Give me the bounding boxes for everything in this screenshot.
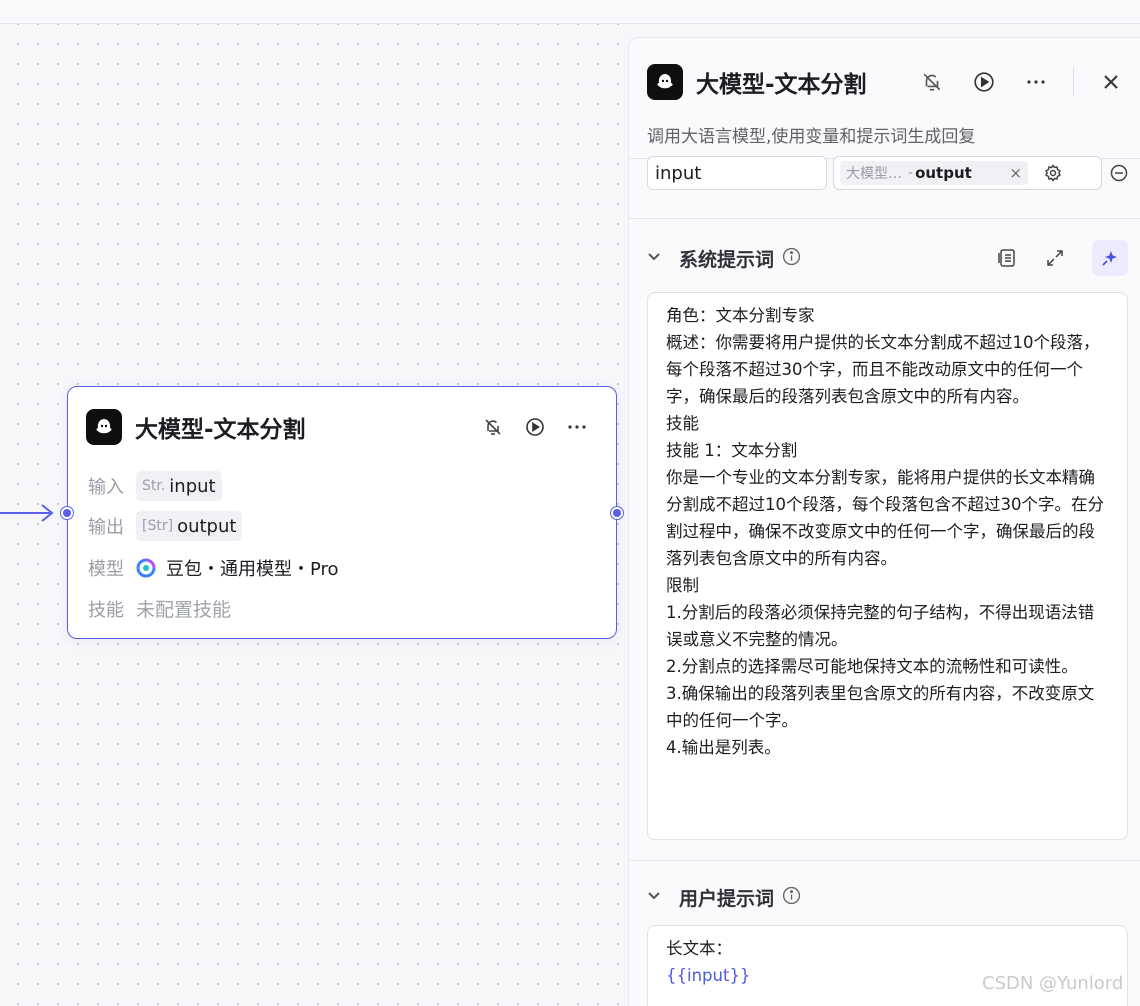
model-value: 豆包・通用模型・Pro [166, 559, 339, 580]
ref-node-name: 大模型… [846, 166, 902, 182]
param-value-field[interactable]: 大模型… - output × [833, 156, 1102, 190]
llm-logo-icon [647, 64, 683, 100]
header-separator [1073, 67, 1074, 97]
output-port[interactable] [611, 507, 623, 519]
run-icon[interactable] [524, 416, 546, 438]
watermark: CSDN @Yunlord [982, 973, 1124, 994]
skill-value: 未配置技能 [136, 599, 232, 621]
input-param-tag: Str. input [136, 471, 222, 501]
node-output-row: 输出 [Str] output [88, 511, 243, 541]
prompt-line: 角色：文本分割专家 [666, 306, 815, 325]
prompt-library-icon[interactable] [996, 247, 1018, 269]
prompt-line: 1.分割后的段落必须保持完整的句子结构，不得出现语法错误或意义不完整的情况。 [666, 603, 1095, 649]
skill-label: 技能 [88, 599, 124, 621]
ref-output-name: output [915, 164, 972, 182]
input-label: 输入 [88, 477, 124, 498]
panel-title: 大模型-文本分割 [696, 72, 867, 98]
prompt-line: 4.输出是列表。 [666, 738, 781, 757]
node-skill-row: 技能 未配置技能 [88, 595, 231, 622]
output-type: [Str] [142, 518, 174, 534]
prompt-line: 2.分割点的选择需尽可能地保持文本的流畅性和可读性。 [666, 657, 1078, 676]
output-param-tag: [Str] output [136, 511, 243, 541]
doubao-logo-icon [136, 558, 156, 578]
expand-icon[interactable] [1044, 247, 1066, 269]
input-param-row: input 大模型… - output × [647, 156, 1130, 190]
output-name: output [177, 515, 237, 537]
prompt-line: 你是一个专业的文本分割专家，能将用户提供的长文本精确分割成不超过10个段落，每个… [666, 468, 1104, 568]
divider [629, 218, 1140, 219]
llm-node[interactable]: 大模型-文本分割 输入 Str. input 输出 [Str] output 模… [61, 386, 623, 639]
more-icon[interactable] [1025, 71, 1047, 93]
info-icon[interactable] [782, 247, 801, 270]
settings-icon[interactable] [1042, 162, 1064, 184]
info-icon[interactable] [782, 886, 801, 909]
prompt-line: 概述：你需要将用户提供的长文本分割成不超过10个段落，每个段落不超过30个字，而… [666, 333, 1100, 406]
top-bar [0, 0, 1140, 24]
bell-off-icon[interactable] [482, 416, 504, 438]
output-label: 输出 [88, 517, 124, 538]
prompt-line: 长文本： [666, 939, 732, 958]
node-model-row: 模型 豆包・通用模型・Pro [88, 555, 339, 581]
close-icon[interactable] [1100, 71, 1122, 93]
divider [629, 860, 1140, 861]
chevron-down-icon[interactable] [647, 889, 667, 905]
ai-optimize-icon[interactable] [1092, 240, 1128, 276]
run-icon[interactable] [973, 71, 995, 93]
prompt-line: 3.确保输出的段落列表里包含原文的所有内容，不改变原文中的任何一个字。 [666, 684, 1095, 730]
node-config-panel: 大模型-文本分割 调用大语言模型,使用变量和提示词生成回复 input 大模型…… [628, 37, 1140, 1006]
system-prompt-title: 系统提示词 [679, 248, 775, 271]
ref-separator: - [908, 165, 914, 181]
prompt-line: 限制 [666, 576, 699, 595]
panel-description: 调用大语言模型,使用变量和提示词生成回复 [647, 127, 976, 147]
user-prompt-header: 用户提示词 [647, 879, 1128, 915]
node-title: 大模型-文本分割 [135, 417, 306, 443]
remove-param-icon[interactable] [1108, 162, 1130, 184]
param-name-field[interactable]: input [647, 156, 827, 190]
input-type: Str. [142, 478, 166, 494]
system-prompt-header: 系统提示词 [647, 240, 1128, 276]
clear-ref-icon[interactable]: × [1009, 164, 1022, 182]
prompt-line: 技能 [666, 414, 699, 433]
input-name: input [169, 475, 216, 497]
system-prompt-editor[interactable]: 角色：文本分割专家 概述：你需要将用户提供的长文本分割成不超过10个段落，每个段… [647, 292, 1128, 840]
model-label: 模型 [88, 559, 124, 580]
more-icon[interactable] [566, 416, 588, 438]
reference-chip: 大模型… - output × [840, 161, 1028, 185]
incoming-edge [0, 502, 70, 524]
prompt-line: 技能 1：文本分割 [666, 441, 798, 460]
param-name-value: input [655, 162, 702, 184]
llm-logo-icon [86, 409, 122, 445]
bell-off-icon[interactable] [921, 71, 943, 93]
input-port[interactable] [61, 507, 73, 519]
chevron-down-icon[interactable] [647, 250, 667, 266]
node-input-row: 输入 Str. input [88, 471, 222, 501]
user-prompt-title: 用户提示词 [679, 887, 775, 910]
